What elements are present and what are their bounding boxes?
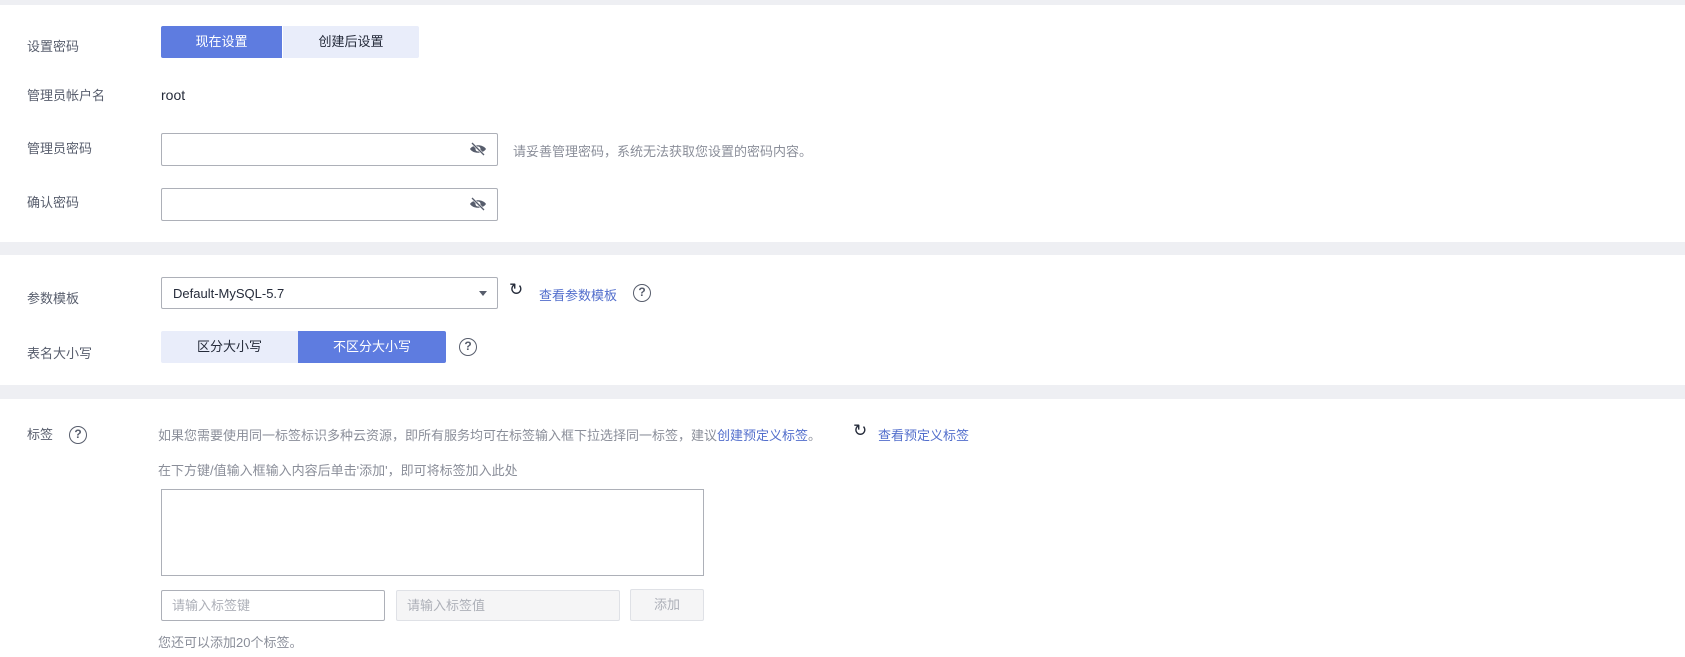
- tags-section: 标签 ? 如果您需要使用同一标签标识多种云资源，即所有服务均可在标签输入框下拉选…: [0, 399, 1685, 657]
- table-case-label: 表名大小写: [27, 346, 93, 361]
- help-icon[interactable]: ?: [633, 284, 651, 302]
- add-tag-button[interactable]: 添加: [630, 589, 704, 621]
- tags-description: 如果您需要使用同一标签标识多种云资源，即所有服务均可在标签输入框下拉选择同一标签…: [158, 425, 821, 444]
- set-password-label: 设置密码: [27, 39, 80, 54]
- tag-value-input-box: [396, 590, 620, 621]
- tags-label: 标签: [27, 427, 54, 442]
- parameter-section: 参数模板 Default-MySQL-5.7 ↻ 查看参数模板 ? 表名大小写 …: [0, 255, 1685, 385]
- password-hint: 请妥善管理密码，系统无法获取您设置的密码内容。: [513, 144, 813, 159]
- period: 。: [808, 428, 822, 443]
- case-insensitive-button[interactable]: 不区分大小写: [298, 331, 446, 363]
- view-param-template-link[interactable]: 查看参数模板: [539, 285, 617, 304]
- admin-password-input[interactable]: [162, 134, 497, 165]
- tags-desc-text: 如果您需要使用同一标签标识多种云资源，即所有服务均可在标签输入框下拉选择同一标签…: [158, 428, 718, 443]
- tag-key-input-box: [161, 590, 385, 621]
- confirm-password-input-box: [161, 188, 498, 221]
- param-template-select[interactable]: Default-MySQL-5.7: [161, 277, 498, 309]
- param-template-value: Default-MySQL-5.7: [173, 286, 285, 301]
- admin-username-label: 管理员帐户名: [27, 88, 106, 103]
- admin-password-input-box: [161, 133, 498, 166]
- set-later-button[interactable]: 创建后设置: [283, 26, 419, 58]
- set-now-button[interactable]: 现在设置: [161, 26, 282, 58]
- confirm-password-input[interactable]: [162, 189, 497, 220]
- refresh-icon[interactable]: ↻: [853, 422, 867, 439]
- tag-key-input[interactable]: [162, 591, 384, 620]
- tag-value-input[interactable]: [397, 591, 619, 620]
- remaining-tags-text: 您还可以添加20个标签。: [158, 635, 303, 650]
- admin-username-value: root: [161, 87, 186, 103]
- caret-down-icon: [479, 291, 487, 296]
- view-predefined-tag-link[interactable]: 查看预定义标签: [878, 425, 969, 444]
- admin-password-label: 管理员密码: [27, 141, 93, 156]
- case-sensitive-button[interactable]: 区分大小写: [161, 331, 298, 363]
- tags-instruction: 在下方键/值输入框输入内容后单击'添加'，即可将标签加入此处: [158, 463, 518, 478]
- help-icon[interactable]: ?: [459, 338, 477, 356]
- password-section: 设置密码 现在设置 创建后设置 管理员帐户名 root 管理员密码 请妥善管理密…: [0, 5, 1685, 242]
- create-predefined-tag-link[interactable]: 创建预定义标签: [717, 428, 808, 443]
- tag-list-box: [161, 489, 704, 576]
- eye-off-icon[interactable]: [469, 142, 487, 156]
- refresh-icon[interactable]: ↻: [509, 281, 523, 298]
- help-icon[interactable]: ?: [69, 426, 87, 444]
- eye-off-icon[interactable]: [469, 197, 487, 211]
- confirm-password-label: 确认密码: [27, 195, 80, 210]
- param-template-label: 参数模板: [27, 291, 80, 306]
